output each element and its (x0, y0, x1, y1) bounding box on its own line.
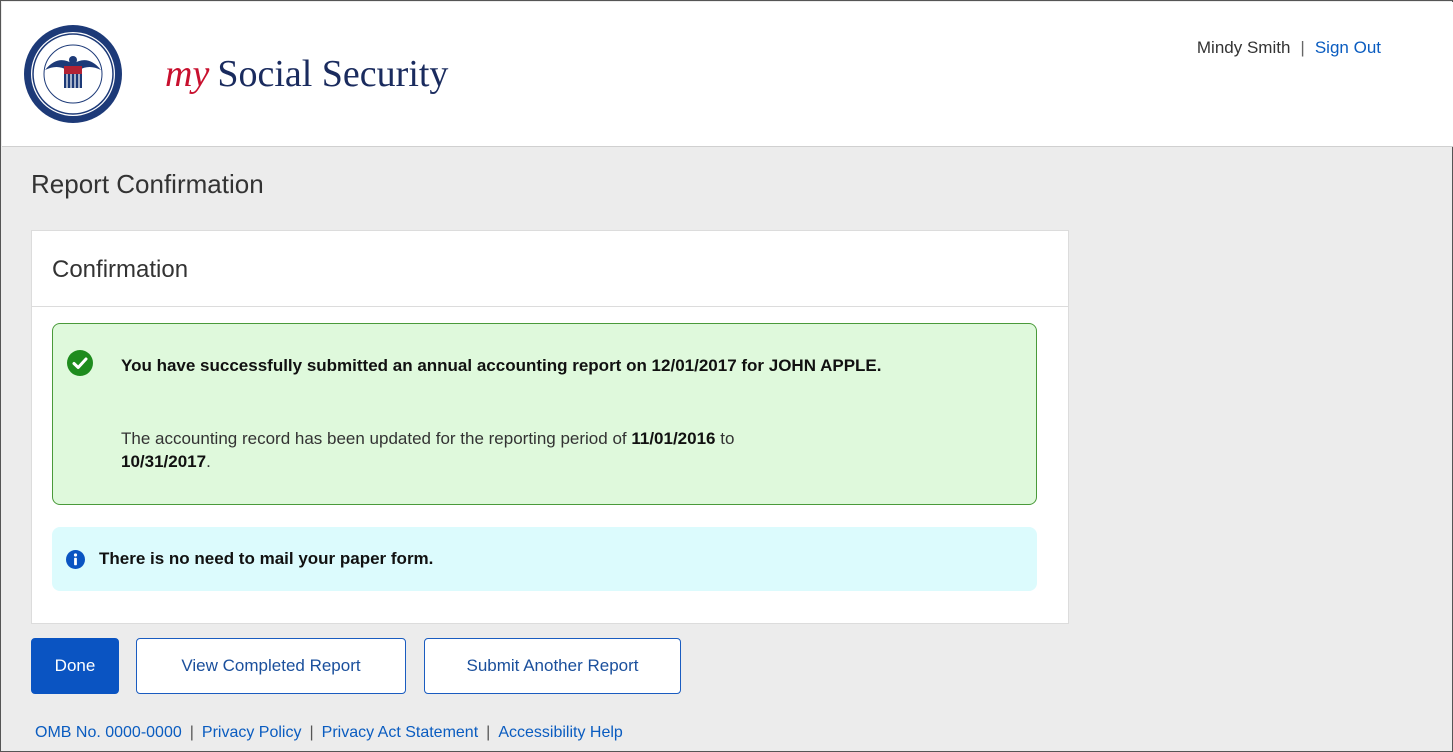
accessibility-help-link[interactable]: Accessibility Help (498, 724, 622, 741)
success-alert: You have successfully submitted an annua… (52, 323, 1037, 505)
user-separator: | (1300, 38, 1305, 57)
site-brand: my Social Security (165, 52, 448, 96)
footer-links: OMB No. 0000-0000 | Privacy Policy | Privacy… (35, 724, 623, 742)
info-alert: There is no need to mail your paper form… (52, 527, 1037, 591)
brand-prefix: my (165, 53, 210, 95)
brand-name: Social Security (217, 53, 449, 95)
success-body-suffix: . (206, 452, 211, 471)
info-text: There is no need to mail your paper form… (99, 549, 434, 568)
sign-out-link[interactable]: Sign Out (1315, 38, 1381, 57)
ssa-seal-logo (24, 25, 122, 123)
omb-number-link[interactable]: OMB No. 0000-0000 (35, 724, 182, 741)
check-circle-icon (67, 350, 93, 376)
card-title: Confirmation (32, 231, 1068, 307)
privacy-act-statement-link[interactable]: Privacy Act Statement (322, 724, 479, 741)
success-body: The accounting record has been updated f… (121, 427, 821, 473)
site-header: my Social Security Mindy Smith | Sign Out (2, 2, 1453, 147)
info-icon (66, 550, 85, 569)
period-start-date: 11/01/2016 (631, 429, 716, 448)
submit-another-report-button[interactable]: Submit Another Report (424, 638, 681, 694)
confirmation-card: Confirmation You have successfully submi… (31, 230, 1069, 624)
success-body-text: The accounting record has been updated f… (121, 429, 632, 448)
success-title: You have successfully submitted an annua… (121, 356, 882, 375)
privacy-policy-link[interactable]: Privacy Policy (202, 724, 302, 741)
user-name: Mindy Smith (1196, 38, 1291, 57)
view-completed-report-button[interactable]: View Completed Report (136, 638, 406, 694)
page-frame: my Social Security Mindy Smith | Sign Out R… (0, 0, 1453, 752)
success-body-middle: to (715, 429, 735, 448)
page-title: Report Confirmation (31, 169, 264, 199)
user-area: Mindy Smith | Sign Out (1197, 38, 1381, 58)
footer-separator: | (309, 724, 314, 741)
footer-separator: | (189, 724, 194, 741)
period-end-date: 10/31/2017 (121, 452, 207, 471)
done-button[interactable]: Done (31, 638, 119, 694)
footer-separator: | (486, 724, 491, 741)
